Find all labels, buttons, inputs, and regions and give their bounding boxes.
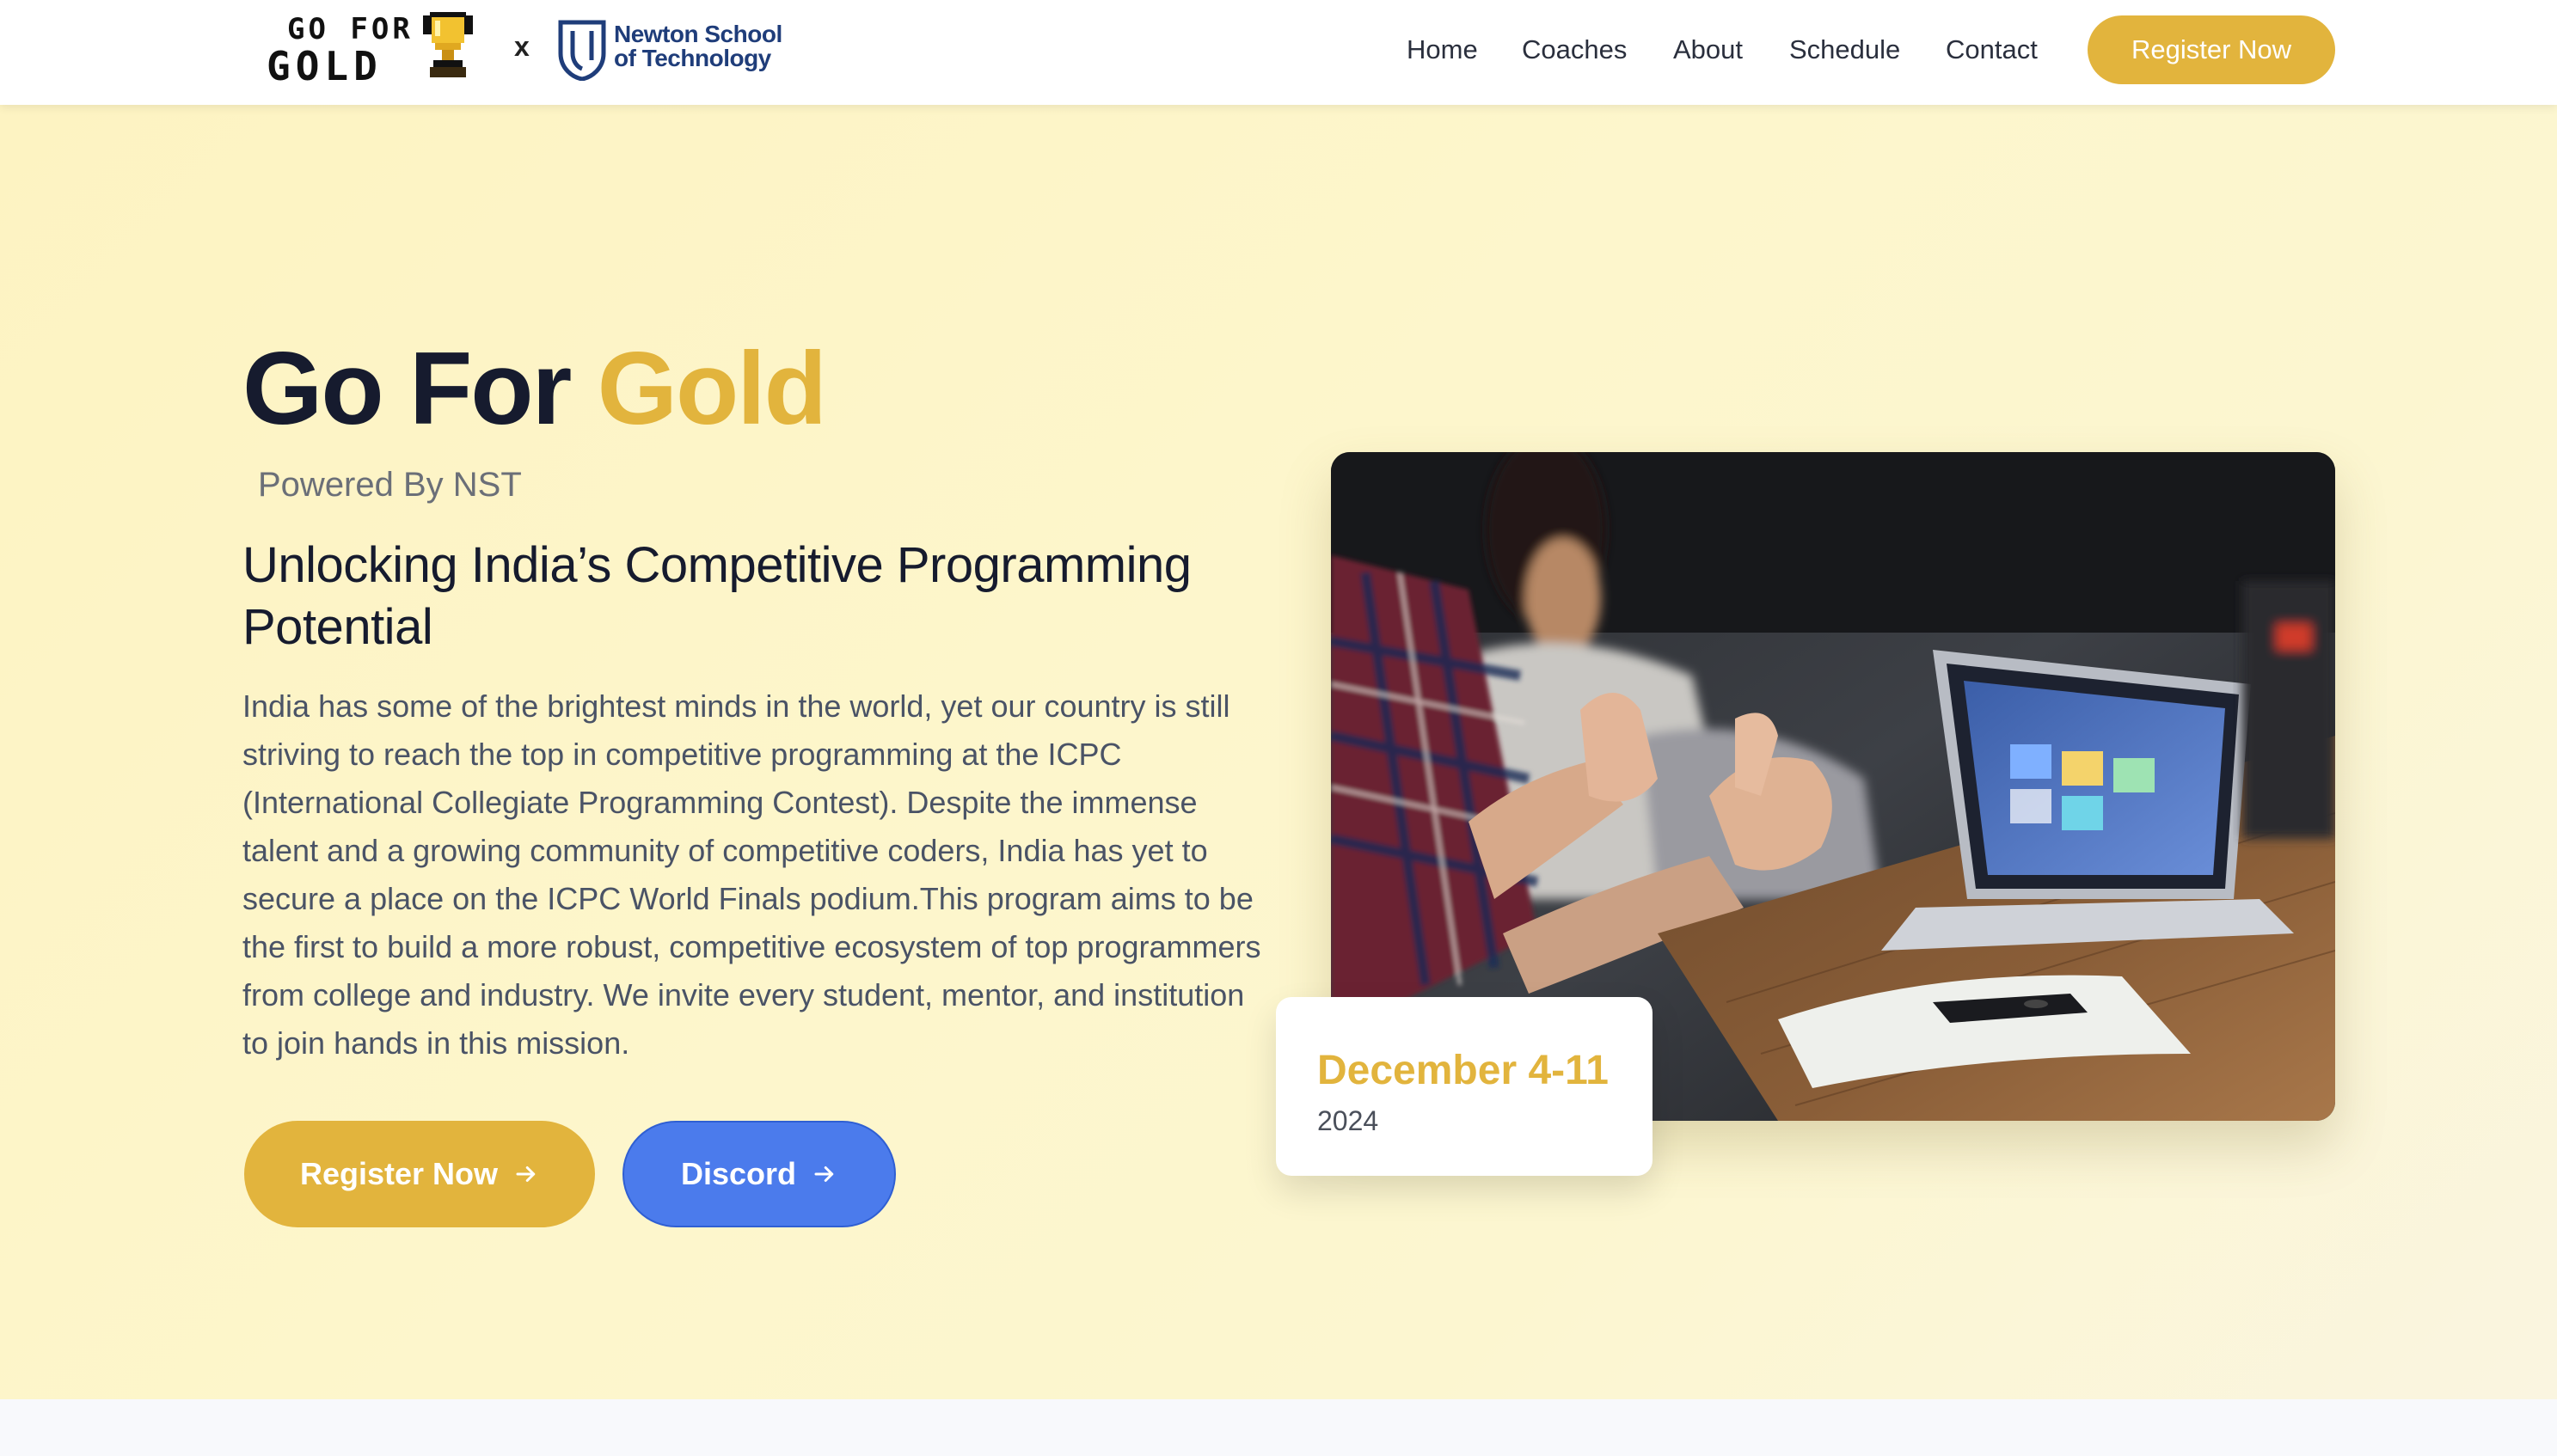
register-now-button[interactable]: Register Now xyxy=(244,1121,595,1227)
hero-section: Go For Gold Powered By NST Unlocking Ind… xyxy=(0,105,2557,1399)
arrow-right-icon xyxy=(814,1166,834,1182)
arrow-right-icon xyxy=(516,1166,536,1182)
event-date-card: December 4-11 2024 xyxy=(1276,997,1653,1176)
register-now-label: Register Now xyxy=(299,1156,499,1191)
hero-title-accent: Gold xyxy=(597,331,827,446)
top-navbar: GO FOR GOLD x Newton School of Technolog… xyxy=(0,0,2557,105)
nav-coaches[interactable]: Coaches xyxy=(1522,34,1627,65)
hero-description: India has some of the brightest minds in… xyxy=(242,688,1261,1061)
discord-label: Discord xyxy=(680,1156,797,1191)
nav-contact[interactable]: Contact xyxy=(1946,34,2038,65)
hero-title: Go For Gold xyxy=(242,337,827,440)
nav-about[interactable]: About xyxy=(1673,34,1743,65)
nav-schedule[interactable]: Schedule xyxy=(1789,34,1900,65)
hero-title-main: Go For xyxy=(242,331,572,446)
nav-home[interactable]: Home xyxy=(1407,34,1478,65)
event-date-range: December 4-11 xyxy=(1317,1048,1609,1093)
event-date-year: 2024 xyxy=(1317,1105,1379,1136)
discord-button[interactable]: Discord xyxy=(622,1121,896,1227)
hero-subtitle: Unlocking India’s Competitive Programmin… xyxy=(242,537,1192,655)
powered-by-text: Powered By NST xyxy=(258,466,522,504)
header-register-button[interactable]: Register Now xyxy=(2088,15,2335,84)
next-section-edge xyxy=(0,1399,2557,1456)
